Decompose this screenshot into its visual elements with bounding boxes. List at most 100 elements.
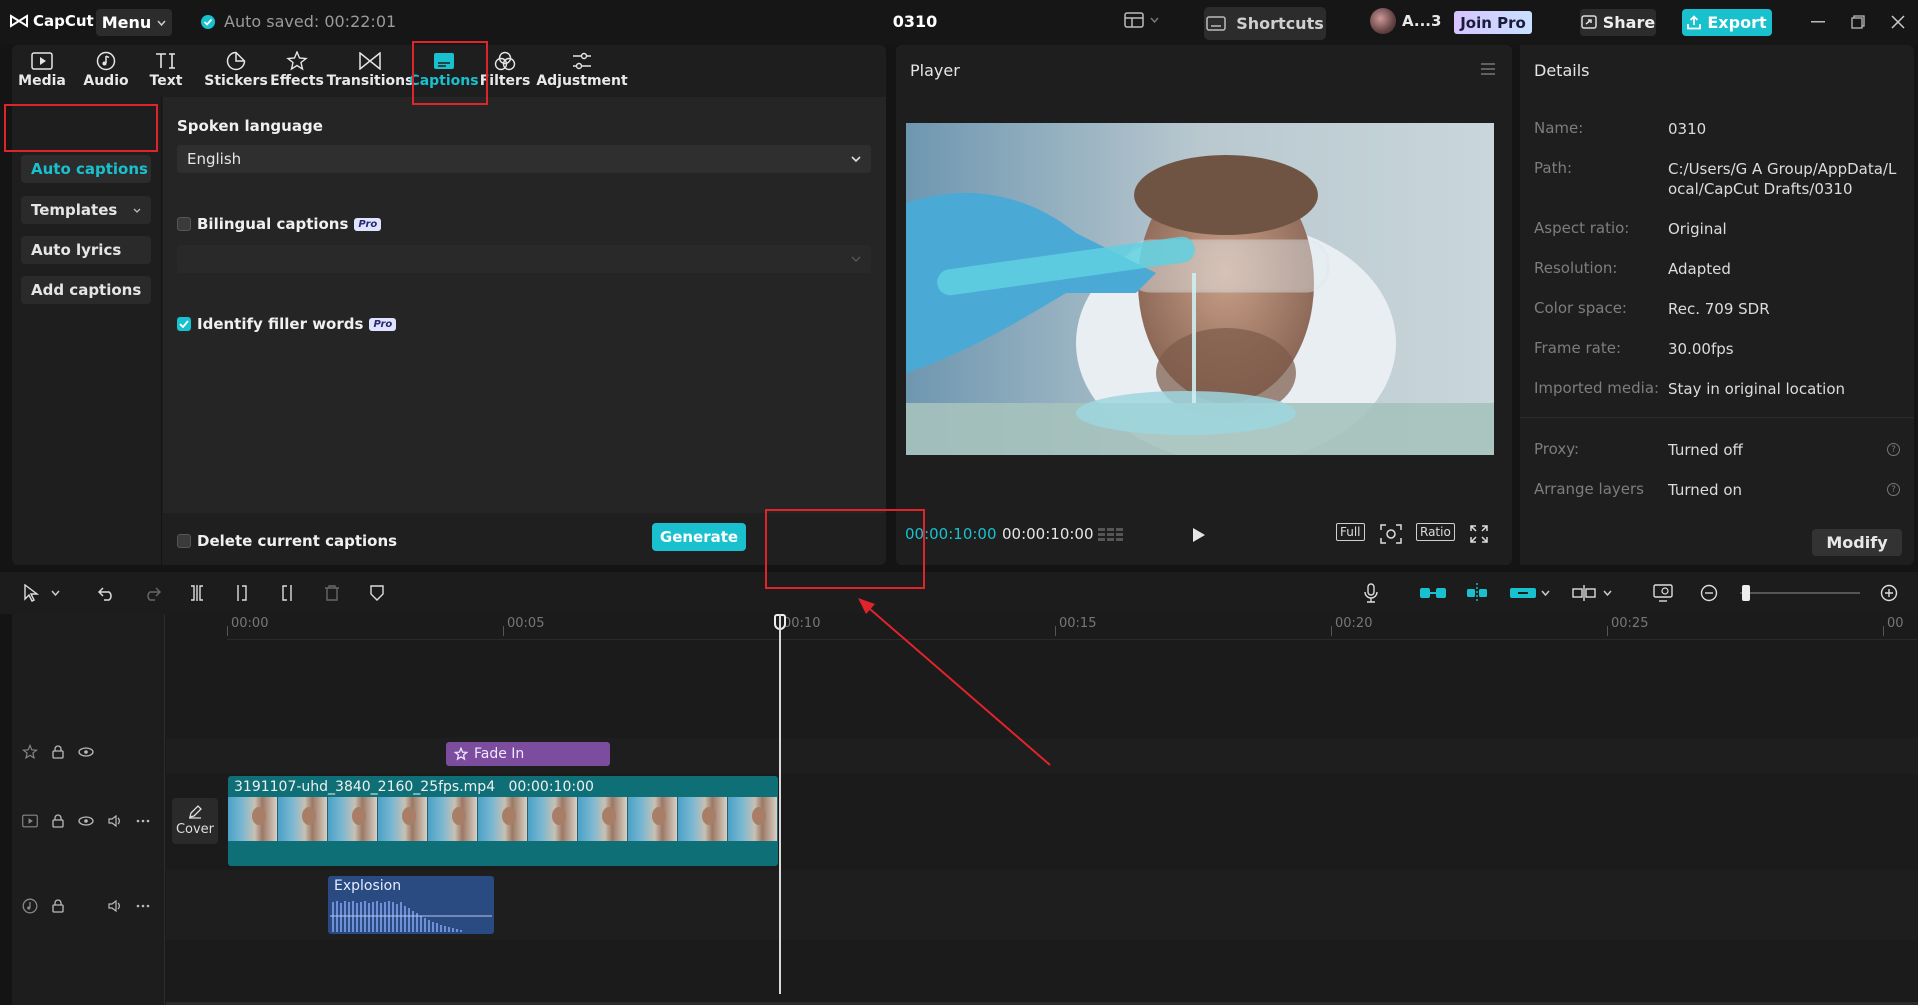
audio-clip[interactable]: Explosion [328, 876, 494, 934]
subnav-add-captions[interactable]: Add captions [21, 276, 151, 304]
spoken-language-select[interactable]: English [177, 145, 871, 173]
auto-snap-button[interactable] [1462, 582, 1492, 604]
export-button[interactable]: Export [1682, 9, 1772, 36]
linkage-dropdown[interactable] [1538, 582, 1552, 604]
delete-left-button[interactable] [231, 582, 253, 604]
zoom-slider-track[interactable] [1740, 592, 1860, 594]
tab-transitions[interactable]: Transitions [327, 49, 413, 97]
effect-clip[interactable]: Fade In [446, 742, 610, 766]
time-ruler[interactable]: 00:00 00:05 00:10 00:15 00:20 00:25 00 [227, 614, 1917, 640]
ratio-button[interactable]: Ratio [1416, 523, 1455, 541]
check-circle-icon [201, 14, 215, 29]
video-preview[interactable] [906, 123, 1494, 455]
playhead[interactable] [779, 614, 781, 994]
detail-value: Rec. 709 SDR [1668, 300, 1770, 318]
keyboard-icon [1206, 16, 1226, 31]
preview-axis-dropdown[interactable] [1600, 582, 1614, 604]
detail-value: Original [1668, 220, 1727, 238]
filler-words-checkbox[interactable] [177, 317, 191, 331]
tab-text-label: Text [149, 73, 183, 89]
select-tool-dropdown[interactable] [48, 582, 62, 604]
user-account[interactable]: A...3 [1370, 8, 1441, 34]
tab-adjustment-label: Adjustment [536, 73, 628, 89]
close-button[interactable] [1888, 12, 1908, 32]
fullscreen-button[interactable] [1470, 525, 1488, 543]
chevron-down-icon [1602, 590, 1612, 596]
detail-key: Color space: [1534, 299, 1627, 317]
delete-captions-checkbox[interactable] [177, 534, 191, 548]
effects-icon [286, 51, 308, 71]
modify-button[interactable]: Modify [1812, 529, 1902, 556]
detail-value: Adapted [1668, 260, 1731, 278]
subnav-auto-captions[interactable]: Auto captions [21, 155, 151, 183]
play-button[interactable] [1192, 527, 1206, 543]
detail-value: 30.00fps [1668, 340, 1734, 358]
menu-button[interactable]: Menu [96, 9, 172, 36]
delete-right-button[interactable] [276, 582, 298, 604]
player-menu-icon[interactable] [1480, 63, 1496, 75]
bilingual-language-select[interactable] [177, 245, 871, 273]
snapshot-button[interactable] [1380, 524, 1402, 544]
undo-icon [98, 587, 112, 601]
subnav-auto-lyrics[interactable]: Auto lyrics [21, 236, 151, 264]
info-icon[interactable]: ? [1887, 443, 1900, 456]
minimize-button[interactable] [1808, 12, 1828, 32]
ruler-label: 00:05 [507, 616, 545, 631]
linkage-button[interactable] [1508, 582, 1538, 604]
tab-text[interactable]: Text [148, 49, 184, 97]
main-track-magnet-button[interactable] [1418, 582, 1448, 604]
chevron-down-icon [851, 156, 861, 162]
tab-effects[interactable]: Effects [270, 49, 324, 97]
tab-stickers[interactable]: Stickers [204, 49, 268, 97]
bilingual-checkbox[interactable] [177, 217, 191, 231]
preview-axis-button[interactable] [1570, 582, 1598, 604]
video-track-header [12, 814, 165, 828]
subnav-templates[interactable]: Templates [21, 196, 151, 224]
full-quality-button[interactable]: Full [1336, 523, 1365, 541]
bilingual-captions-option[interactable]: Bilingual captions Pro [177, 215, 382, 233]
delete-button[interactable] [321, 582, 343, 604]
autosave-status: Auto saved: 00:22:01 [200, 12, 396, 31]
shortcuts-label: Shortcuts [1236, 14, 1324, 33]
tab-media[interactable]: Media [18, 49, 66, 97]
project-title: 0310 [892, 12, 938, 31]
video-clip-name: 3191107-uhd_3840_2160_25fps.mp4 [234, 779, 496, 795]
layout-button[interactable] [1124, 12, 1159, 28]
tab-audio[interactable]: Audio [83, 49, 129, 97]
close-icon [1891, 15, 1905, 29]
select-tool-button[interactable] [20, 582, 42, 604]
redo-icon [147, 587, 161, 601]
timecode-format-icon[interactable] [1098, 526, 1124, 544]
restore-button[interactable] [1848, 12, 1868, 32]
marker-button[interactable] [366, 582, 388, 604]
shield-icon [370, 585, 384, 601]
zoom-slider-handle[interactable] [1742, 585, 1750, 601]
share-icon [1581, 15, 1597, 29]
detail-key: Imported media: [1534, 379, 1660, 397]
undo-button[interactable] [96, 582, 118, 604]
track-headers [12, 614, 165, 1005]
fit-timeline-button[interactable] [1652, 582, 1674, 604]
zoom-in-button[interactable] [1878, 582, 1900, 604]
record-audio-button[interactable] [1360, 582, 1382, 604]
shortcuts-button[interactable]: Shortcuts [1204, 7, 1326, 40]
identify-filler-words-option[interactable]: Identify filler words Pro [177, 315, 397, 333]
split-button[interactable] [186, 582, 208, 604]
chevron-down-icon [1540, 590, 1550, 596]
video-clip[interactable]: 3191107-uhd_3840_2160_25fps.mp4 00:00:10… [228, 776, 778, 866]
zoom-out-button[interactable] [1698, 582, 1720, 604]
annotation-box-auto-captions [4, 104, 158, 152]
effects-icon [22, 744, 38, 760]
trim-left-icon [237, 585, 247, 601]
generate-button[interactable]: Generate [652, 523, 746, 551]
delete-current-captions-option[interactable]: Delete current captions [177, 532, 397, 550]
share-button[interactable]: Share [1580, 9, 1656, 36]
tab-filters[interactable]: Filters [480, 49, 530, 97]
cover-button[interactable]: Cover [172, 798, 218, 844]
tab-adjustment[interactable]: Adjustment [536, 49, 628, 97]
join-pro-button[interactable]: Join Pro [1454, 11, 1532, 34]
redo-button[interactable] [141, 582, 163, 604]
info-icon[interactable]: ? [1887, 483, 1900, 496]
export-label: Export [1707, 13, 1767, 32]
chevron-down-icon [133, 208, 141, 213]
